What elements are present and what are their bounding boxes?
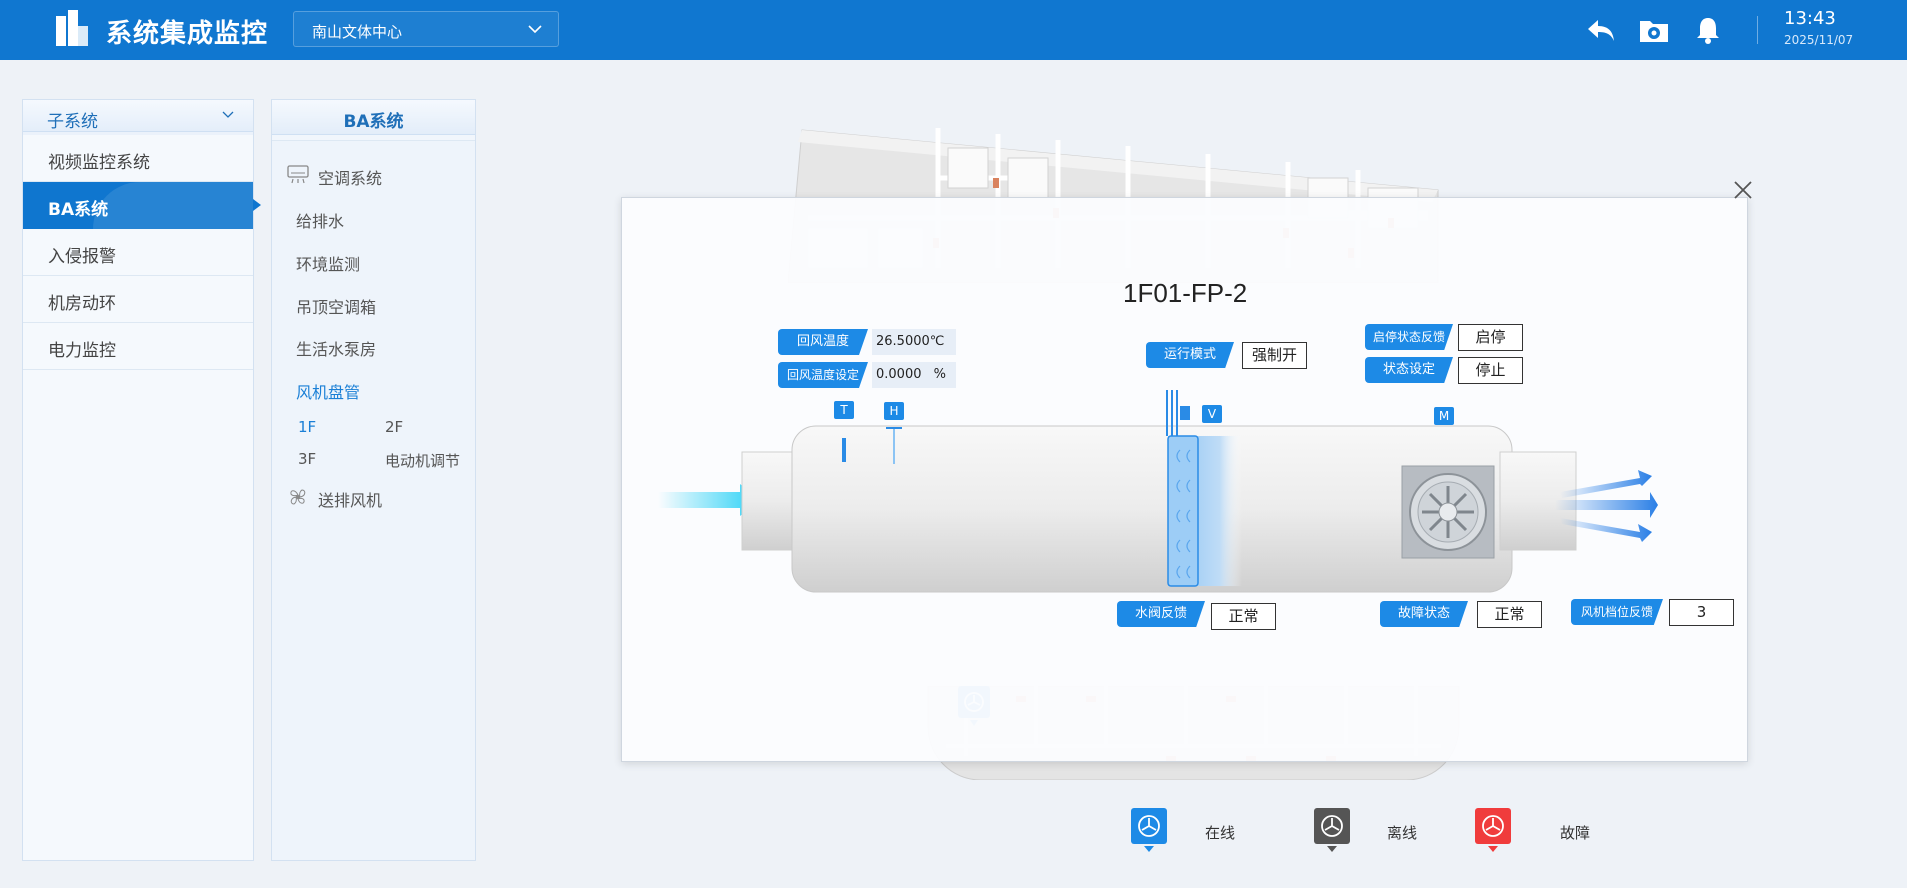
sidebar-item-label: 视频监控系统 (48, 153, 150, 173)
menu-water-pump[interactable]: 生活水泵房 (296, 336, 376, 360)
fault-state-value: 正常 (1477, 601, 1542, 628)
state-set-label: 状态设定 (1365, 357, 1453, 383)
settings-folder-icon[interactable] (1638, 14, 1670, 46)
water-coil (1167, 435, 1199, 587)
menu-fan-coil[interactable]: 风机盘管 (296, 379, 360, 403)
ba-panel-body: 空调系统 给排水 环境监测 吊顶空调箱 生活水泵房 风机盘管 1F 2F 3F … (272, 140, 475, 860)
return-temp-set-unit: % (933, 367, 946, 382)
menu-water-supply[interactable]: 给排水 (296, 208, 344, 232)
top-header: 系统集成监控 南山文体中心 13:43 2025/11/07 (0, 0, 1907, 60)
back-arrow-icon[interactable] (1585, 14, 1617, 46)
state-set-value[interactable]: 停止 (1458, 357, 1523, 384)
floor-1f[interactable]: 1F (298, 418, 316, 436)
close-icon[interactable] (1732, 179, 1754, 201)
return-temp-set-value: 0.0000 (876, 367, 922, 382)
sidebar-item-power[interactable]: 电力监控 (23, 323, 253, 370)
menu-ceiling-ahu[interactable]: 吊顶空调箱 (296, 294, 376, 318)
sidebar-item-video[interactable]: 视频监控系统 (23, 135, 253, 182)
run-mode-value[interactable]: 强制开 (1242, 342, 1307, 369)
ba-panel-title: BA系统 (343, 112, 404, 132)
return-temp-set-label: 回风温度设定 (778, 362, 868, 388)
menu-aircon[interactable]: 空调系统 (318, 165, 382, 189)
return-temp-set-field[interactable]: 0.0000 % (872, 362, 956, 388)
fault-fan-icon (1475, 808, 1511, 852)
header-divider (1757, 16, 1758, 44)
site-select[interactable]: 南山文体中心 (293, 11, 559, 47)
sidebar-item-label: BA系统 (48, 200, 109, 220)
run-mode-label: 运行模式 (1146, 342, 1234, 368)
valve-sensor-badge[interactable]: V (1202, 405, 1222, 423)
clock-time: 13:43 (1784, 8, 1836, 29)
chevron-down-icon (222, 111, 234, 118)
online-fan-icon (1131, 808, 1167, 852)
subsystem-list: 视频监控系统 BA系统 入侵报警 机房动环 电力监控 (23, 135, 261, 860)
valve-feedback-value: 正常 (1211, 603, 1276, 630)
app-title: 系统集成监控 (106, 19, 269, 49)
sidebar-item-intrusion[interactable]: 入侵报警 (23, 229, 253, 276)
device-title: 1F01-FP-2 (1123, 278, 1248, 308)
subsystem-panel: 子系统 视频监控系统 BA系统 入侵报警 机房动环 电力监控 (22, 99, 261, 861)
site-select-value: 南山文体中心 (312, 23, 403, 41)
fan-speed-value: 3 (1669, 599, 1734, 626)
temp-sensor-badge[interactable]: T (834, 401, 854, 419)
active-highlight (93, 182, 253, 229)
ba-panel-header: BA系统 (272, 100, 475, 135)
clock-date: 2025/11/07 (1784, 33, 1854, 47)
legend-fault: 故障 (1560, 824, 1591, 842)
legend-offline: 离线 (1387, 824, 1418, 842)
motor-sensor-badge[interactable]: M (1434, 407, 1454, 425)
start-stop-feedback-value: 启停 (1458, 324, 1523, 351)
sidebar-item-ba[interactable]: BA系统 (23, 182, 261, 229)
fault-state-label: 故障状态 (1380, 601, 1468, 627)
motor-adjust[interactable]: 电动机调节 (385, 450, 460, 471)
menu-environment[interactable]: 环境监测 (296, 251, 360, 275)
legend-online: 在线 (1205, 824, 1236, 842)
menu-exhaust-fan[interactable]: 送排风机 (318, 487, 382, 511)
chevron-down-icon (528, 25, 542, 34)
start-stop-feedback-label: 启停状态反馈 (1365, 324, 1453, 350)
valve-feedback-label: 水阀反馈 (1117, 601, 1205, 627)
app-logo-icon (56, 10, 88, 46)
floor-3f[interactable]: 3F (298, 450, 316, 468)
return-temp-label: 回风温度 (778, 329, 868, 355)
fan-icon (290, 489, 306, 505)
humidity-sensor-badge[interactable]: H (884, 402, 904, 420)
sidebar-item-label: 机房动环 (48, 294, 116, 314)
sidebar-item-label: 入侵报警 (48, 247, 116, 267)
bell-icon[interactable] (1692, 14, 1724, 46)
offline-fan-icon (1314, 808, 1350, 852)
subsystem-dropdown[interactable]: 子系统 (23, 100, 253, 132)
subsystem-header: 子系统 (47, 112, 98, 132)
floor-2f[interactable]: 2F (385, 418, 403, 436)
return-temp-value: 26.5000℃ (872, 329, 956, 355)
sidebar-item-server-room[interactable]: 机房动环 (23, 276, 253, 323)
fan-speed-label: 风机档位反馈 (1571, 599, 1663, 625)
sidebar-item-label: 电力监控 (48, 341, 116, 361)
ba-system-panel: BA系统 空调系统 给排水 环境监测 吊顶空调箱 生活水泵房 风机盘管 1F 2… (271, 99, 476, 861)
air-conditioner-icon (287, 165, 309, 184)
